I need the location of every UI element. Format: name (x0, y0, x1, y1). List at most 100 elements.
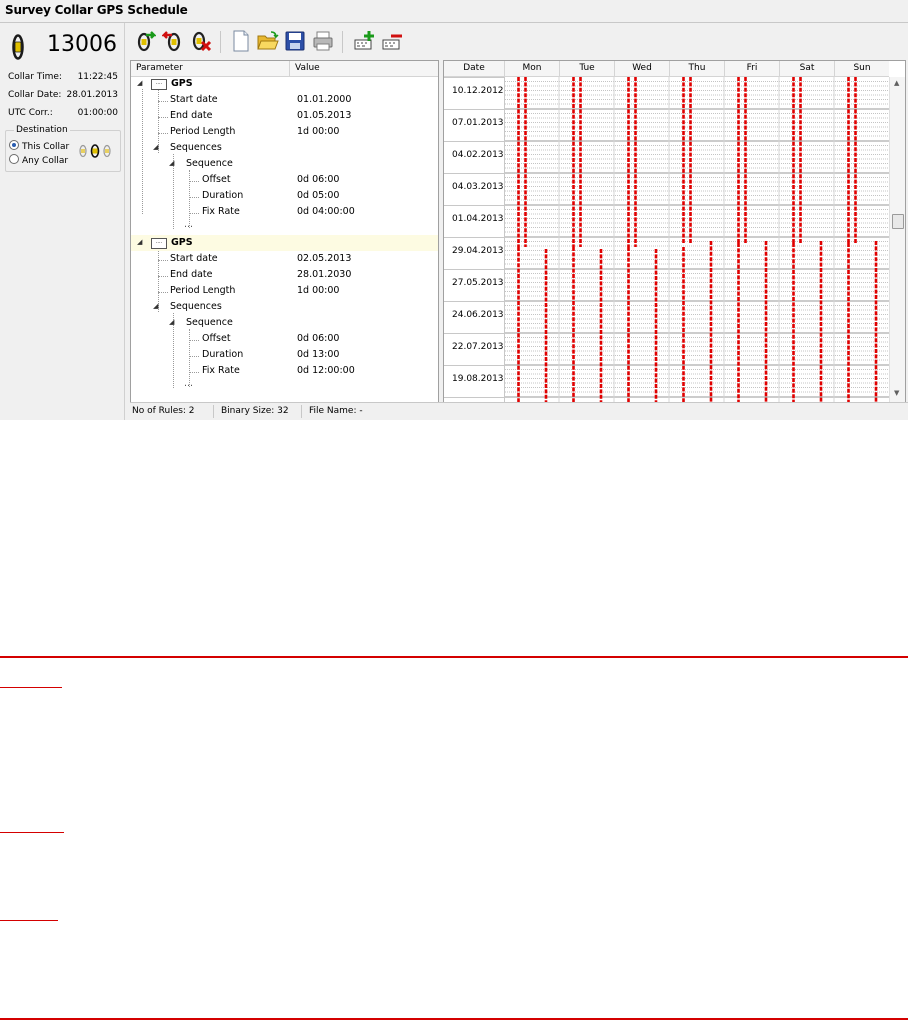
red-divider-line (0, 1018, 908, 1020)
rule-tree[interactable]: Parameter Value ◢ ···· GPS Start date 01… (130, 60, 439, 403)
offset-label: Offset (202, 174, 231, 185)
save-file-icon[interactable] (284, 30, 306, 52)
add-rule-icon[interactable] (353, 30, 375, 52)
collapse-arrow-icon[interactable]: ◢ (137, 238, 142, 246)
offset-value[interactable]: 0d 06:00 (297, 333, 339, 344)
radio-any-collar[interactable]: Any Collar (9, 154, 68, 166)
red-divider-line (0, 656, 908, 658)
collapse-arrow-icon[interactable]: ◢ (137, 79, 142, 87)
remove-rule-icon[interactable] (381, 30, 403, 52)
period-length-value[interactable]: 1d 00:00 (297, 285, 339, 296)
tree-row-gps-rule[interactable]: ◢ ···· GPS (131, 235, 438, 251)
duration-value[interactable]: 0d 13:00 (297, 349, 339, 360)
start-date-value[interactable]: 02.05.2013 (297, 253, 351, 264)
offset-label: Offset (202, 333, 231, 344)
duration-label: Duration (202, 190, 244, 201)
tree-row-fix-rate[interactable]: Fix Rate 0d 04:00:00 (131, 204, 438, 220)
tree-row-duration[interactable]: Duration 0d 13:00 (131, 347, 438, 363)
title-bar: Survey Collar GPS Schedule (0, 0, 908, 23)
tree-row-period-length[interactable]: Period Length 1d 00:00 (131, 124, 438, 140)
read-from-collar-icon[interactable] (134, 30, 156, 52)
collar-date-label: Collar Date: (8, 90, 62, 100)
schedule-calendar[interactable]: Date Mon Tue Wed Thu Fri Sat Sun 10.12.2… (443, 60, 906, 403)
end-date-value[interactable]: 28.01.2030 (297, 269, 351, 280)
tree-row-sequences[interactable]: ◢ Sequences (131, 140, 438, 156)
offset-value[interactable]: 0d 06:00 (297, 174, 339, 185)
start-date-value[interactable]: 01.01.2000 (297, 94, 351, 105)
tree-row-offset[interactable]: Offset 0d 06:00 (131, 331, 438, 347)
open-file-icon[interactable] (257, 30, 279, 52)
scroll-down-arrow-icon[interactable]: ▼ (894, 389, 899, 397)
week-date-label: 29.04.2013 (452, 246, 504, 256)
period-length-label: Period Length (170, 285, 236, 296)
tree-row-end-date[interactable]: End date 01.05.2013 (131, 108, 438, 124)
week-divider (444, 269, 504, 270)
week-divider (444, 141, 504, 142)
week-date-label: 22.07.2013 (452, 342, 504, 352)
tree-row-end-date[interactable]: End date 28.01.2030 (131, 267, 438, 283)
more-ellipsis: ... (184, 378, 194, 389)
tree-row-start-date[interactable]: Start date 01.01.2000 (131, 92, 438, 108)
new-file-icon[interactable] (230, 30, 252, 52)
week-divider (444, 205, 504, 206)
destination-title: Destination (14, 125, 70, 135)
start-date-label: Start date (170, 94, 218, 105)
period-length-value[interactable]: 1d 00:00 (297, 126, 339, 137)
column-divider (289, 61, 290, 76)
delete-from-collar-icon[interactable] (190, 30, 212, 52)
tree-row-fix-rate[interactable]: Fix Rate 0d 12:00:00 (131, 363, 438, 379)
utc-corr-label: UTC Corr.: (8, 108, 53, 118)
tree-row-sequence[interactable]: ◢ Sequence (131, 156, 438, 172)
tree-header: Parameter Value (131, 61, 438, 77)
rule-count-status: No of Rules: 2 (132, 406, 195, 416)
utc-corr-value: 01:00:00 (77, 108, 118, 118)
print-icon[interactable] (312, 30, 334, 52)
date-column-header: Date (463, 63, 485, 73)
collapse-arrow-icon[interactable]: ◢ (153, 302, 158, 310)
collar-date-value: 28.01.2013 (66, 90, 118, 100)
scroll-thumb[interactable] (892, 214, 904, 229)
duration-label: Duration (202, 349, 244, 360)
write-to-collar-icon[interactable] (162, 30, 184, 52)
week-divider (444, 365, 504, 366)
window-title: Survey Collar GPS Schedule (5, 3, 188, 17)
destination-collars-icon (79, 144, 111, 158)
fix-rate-value[interactable]: 0d 12:00:00 (297, 365, 355, 376)
calendar-scrollbar[interactable]: ▲ ▼ (889, 77, 905, 402)
day-header-sat: Sat (799, 63, 815, 73)
radio-this-collar[interactable]: This Collar (9, 140, 69, 152)
day-header-thu: Thu (688, 63, 706, 73)
parameter-column-header[interactable]: Parameter (136, 63, 183, 73)
gps-rule-label: GPS (171, 237, 193, 248)
tree-row-duration[interactable]: Duration 0d 05:00 (131, 188, 438, 204)
tree-row-sequences[interactable]: ◢ Sequences (131, 299, 438, 315)
toolbar-separator (220, 31, 221, 53)
week-date-label: 07.01.2013 (452, 118, 504, 128)
tree-row-offset[interactable]: Offset 0d 06:00 (131, 172, 438, 188)
tree-row-start-date[interactable]: Start date 02.05.2013 (131, 251, 438, 267)
collapse-arrow-icon[interactable]: ◢ (169, 318, 174, 326)
duration-value[interactable]: 0d 05:00 (297, 190, 339, 201)
red-underline (0, 832, 64, 833)
tree-row-gps-rule[interactable]: ◢ ···· GPS (131, 76, 438, 92)
fix-rate-value[interactable]: 0d 04:00:00 (297, 206, 355, 217)
gps-rule-label: GPS (171, 78, 193, 89)
sequences-label: Sequences (170, 301, 222, 312)
gps-rule-icon: ···· (151, 79, 167, 90)
fix-rate-label: Fix Rate (202, 206, 240, 217)
collapse-arrow-icon[interactable]: ◢ (169, 159, 174, 167)
collapse-arrow-icon[interactable]: ◢ (153, 143, 158, 151)
tree-row-period-length[interactable]: Period Length 1d 00:00 (131, 283, 438, 299)
week-date-label: 27.05.2013 (452, 278, 504, 288)
tree-row-sequence[interactable]: ◢ Sequence (131, 315, 438, 331)
value-column-header[interactable]: Value (295, 63, 320, 73)
week-divider (444, 173, 504, 174)
scroll-up-arrow-icon[interactable]: ▲ (894, 79, 899, 87)
radio-any-collar-label: Any Collar (22, 156, 69, 166)
destination-group: Destination This Collar Any Collar (5, 125, 121, 172)
end-date-label: End date (170, 269, 213, 280)
sequences-label: Sequences (170, 142, 222, 153)
schedule-grid (505, 77, 889, 402)
end-date-value[interactable]: 01.05.2013 (297, 110, 351, 121)
calendar-header: Date Mon Tue Wed Thu Fri Sat Sun (444, 61, 889, 77)
